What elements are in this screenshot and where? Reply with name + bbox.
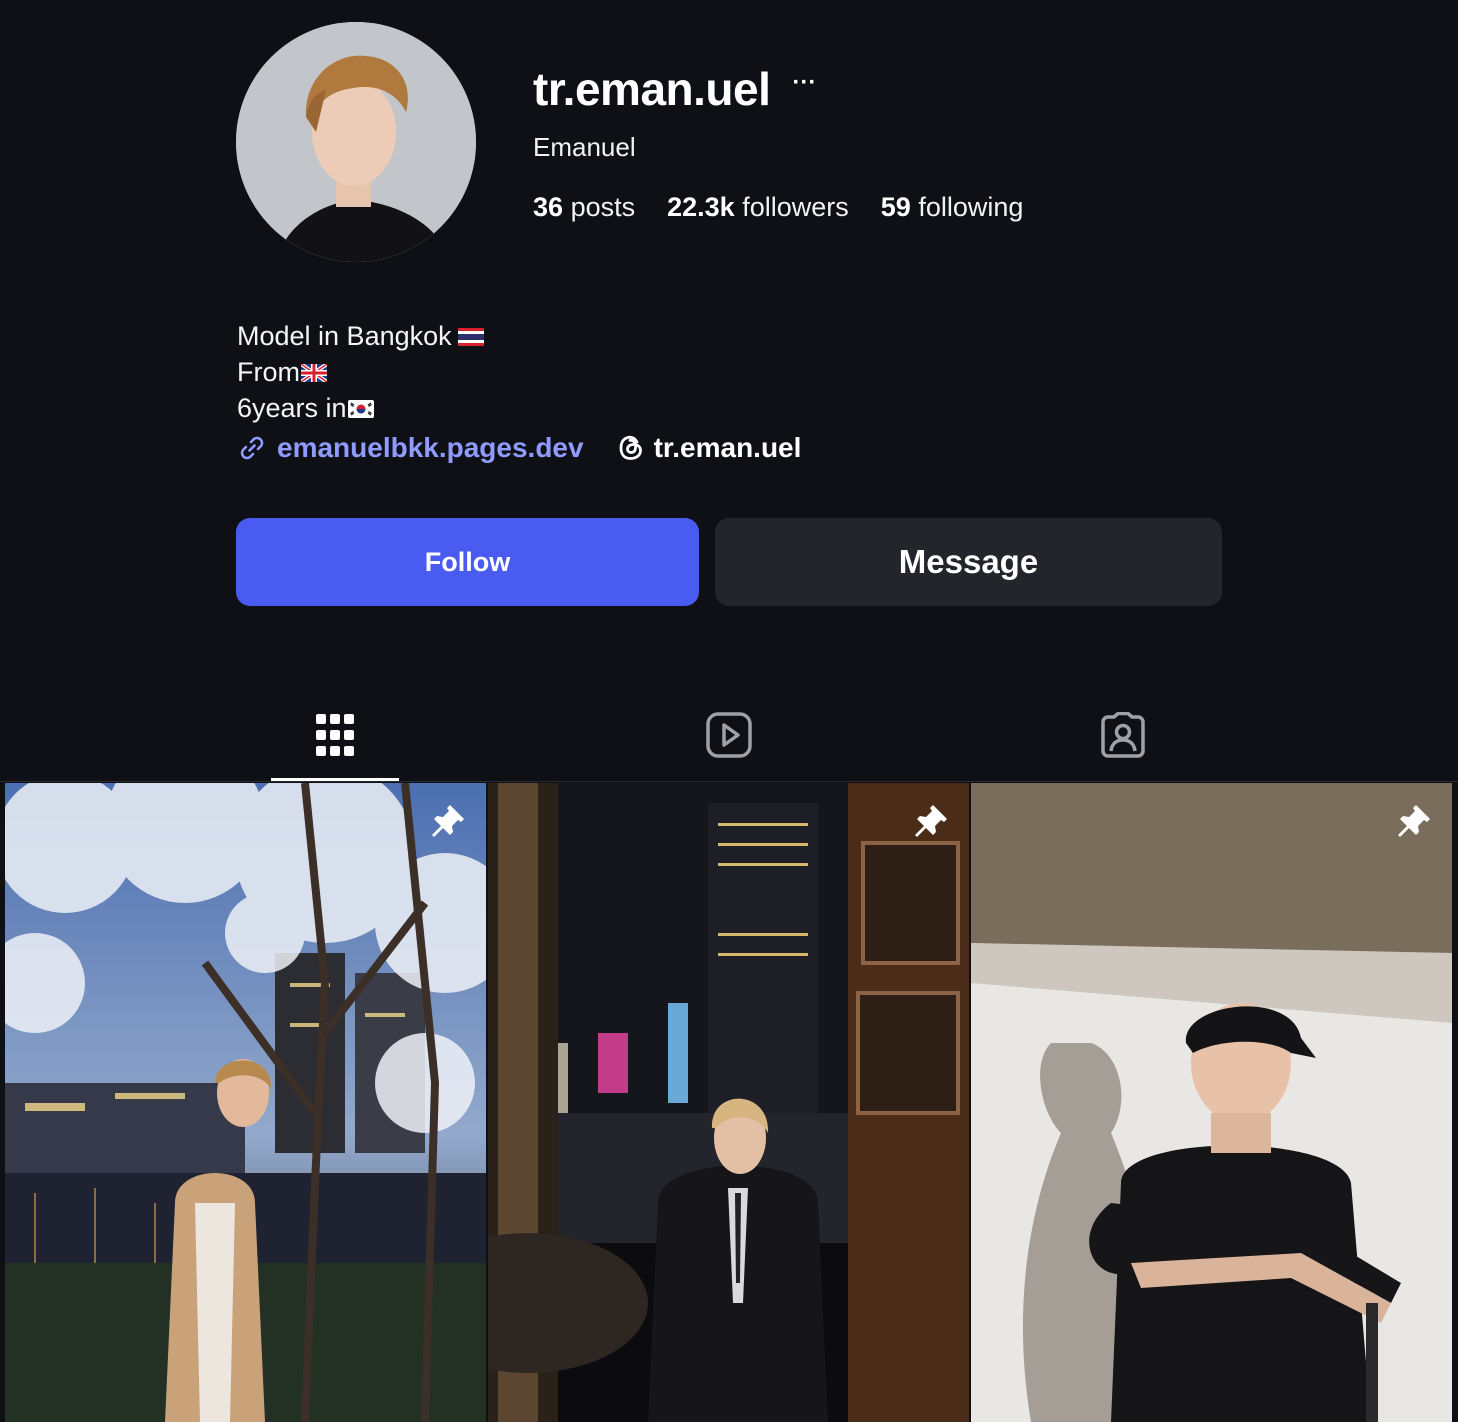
- pinned-post-icon: [432, 805, 464, 837]
- pinned-post-icon: [915, 805, 947, 837]
- followers-count-label: followers: [742, 192, 849, 222]
- profile-stats: 36 posts 22.3k followers 59 following: [533, 192, 1055, 223]
- posts-count-value: 36: [533, 192, 564, 222]
- posts-grid: [5, 783, 1452, 1422]
- bio-line-years: 6years in: [237, 393, 347, 423]
- uk-flag-icon: [301, 364, 327, 382]
- bio-line-location: Model in Bangkok: [237, 321, 452, 351]
- tab-tagged[interactable]: [1059, 700, 1187, 782]
- followers-count-value: 22.3k: [667, 192, 735, 222]
- website-link-text: emanuelbkk.pages.dev: [277, 432, 584, 463]
- post-thumbnail[interactable]: [488, 783, 969, 1422]
- grid-icon: [316, 714, 354, 756]
- following-link[interactable]: 59 following: [881, 192, 1024, 223]
- tab-posts[interactable]: [271, 700, 399, 782]
- avatar-photo: [236, 22, 476, 262]
- post-photo: [5, 783, 486, 1422]
- south-korea-flag-icon: [347, 400, 374, 418]
- profile-tabs: [0, 700, 1458, 782]
- profile-bio: Model in Bangkok From 6years in: [237, 318, 484, 426]
- bio-line-origin: From: [237, 357, 300, 387]
- post-thumbnail[interactable]: [971, 783, 1452, 1422]
- followers-link[interactable]: 22.3k followers: [667, 192, 849, 223]
- following-count-label: following: [918, 192, 1024, 222]
- profile-username: tr.eman.uel: [533, 63, 771, 115]
- message-button[interactable]: Message: [715, 518, 1222, 606]
- posts-count: 36 posts: [533, 192, 635, 223]
- post-photo: [488, 783, 969, 1422]
- threads-link[interactable]: tr.eman.uel: [616, 432, 802, 464]
- pinned-post-icon: [1398, 805, 1430, 837]
- following-count-value: 59: [880, 192, 911, 222]
- tabs-divider: [0, 781, 1458, 782]
- reels-icon: [706, 712, 752, 758]
- post-thumbnail[interactable]: [5, 783, 486, 1422]
- threads-link-text: tr.eman.uel: [653, 432, 802, 463]
- post-photo: [971, 783, 1452, 1422]
- website-link[interactable]: emanuelbkk.pages.dev: [237, 432, 584, 464]
- follow-button[interactable]: Follow: [236, 518, 699, 606]
- profile-avatar[interactable]: [236, 22, 476, 262]
- profile-full-name: Emanuel: [533, 132, 636, 162]
- tab-reels[interactable]: [665, 700, 793, 782]
- threads-icon: [619, 435, 642, 460]
- posts-count-label: posts: [570, 192, 636, 222]
- more-options-button[interactable]: ···: [792, 71, 816, 95]
- link-icon: [240, 436, 264, 460]
- tagged-icon: [1101, 712, 1145, 758]
- thailand-flag-icon: [457, 328, 484, 346]
